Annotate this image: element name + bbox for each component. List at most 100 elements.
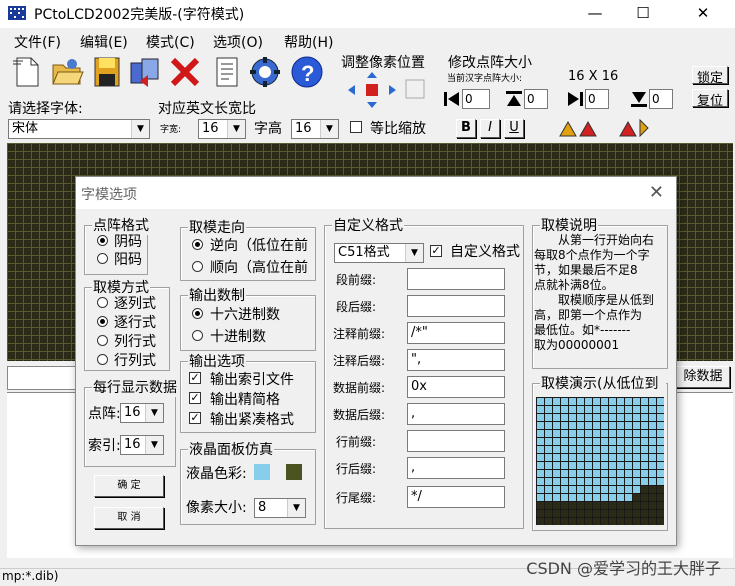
status-text: mp:*.dib)	[2, 569, 59, 583]
height-label: 字高	[254, 121, 282, 137]
open-folder-icon[interactable]	[50, 55, 84, 89]
menu-help[interactable]: 帮助(H)	[284, 32, 333, 52]
rotate-icon[interactable]	[556, 116, 602, 140]
pixel-size-label: 像素大小:	[186, 500, 247, 516]
chevron-down-icon: ▼	[145, 436, 163, 454]
dialog-close-icon[interactable]: ✕	[649, 182, 664, 203]
field-input-5[interactable]: ,	[407, 403, 505, 425]
direction-radio-0[interactable]	[192, 239, 203, 250]
output-base-radio-1[interactable]	[192, 330, 203, 341]
field-input-6[interactable]	[407, 430, 505, 452]
chevron-down-icon: ▼	[131, 120, 149, 138]
explain-line: 高，即第一个点作为	[534, 308, 643, 322]
lock-button[interactable]: 锁定	[692, 66, 728, 86]
delete-icon[interactable]	[168, 55, 202, 89]
maximize-button[interactable]: ☐	[620, 0, 666, 28]
right-spin[interactable]: 0	[585, 89, 609, 109]
field-input-2[interactable]: /*"	[407, 322, 505, 344]
index-count-value: 16	[124, 437, 141, 452]
dot-count-select[interactable]: 16 ▼	[120, 403, 164, 423]
menu-file[interactable]: 文件(F)	[14, 32, 61, 52]
field-input-0[interactable]	[407, 268, 505, 290]
down-spin[interactable]: 0	[649, 89, 673, 109]
help-icon[interactable]: ?	[290, 55, 324, 89]
arrow-up-icon[interactable]	[505, 90, 523, 108]
output-tight-checkbox[interactable]: ✓	[189, 412, 201, 424]
arrow-left-icon[interactable]	[443, 90, 461, 108]
notes-icon[interactable]	[210, 55, 244, 89]
lcd-color-label: 液晶色彩:	[186, 466, 247, 482]
field-input-4[interactable]: 0x	[407, 376, 505, 398]
output-compact-label: 输出精简格	[210, 392, 280, 408]
dot-format-radio-0[interactable]	[97, 235, 108, 246]
output-compact-checkbox[interactable]: ✓	[189, 392, 201, 404]
app-icon	[8, 6, 26, 20]
english-ratio-label: 对应英文长宽比	[158, 101, 256, 117]
explain-line: 从第一行开始向右	[558, 233, 655, 247]
format-select[interactable]: C51格式 ▼	[334, 243, 424, 263]
ok-button[interactable]: 确 定	[94, 475, 164, 497]
output-base-option-0: 十六进制数	[210, 307, 280, 323]
menu-options[interactable]: 选项(O)	[213, 32, 263, 52]
output-header	[7, 366, 77, 390]
explain-line: 节，如果最后不足8	[534, 263, 638, 277]
cancel-button[interactable]: 取 消	[94, 507, 164, 529]
dot-format-radio-1[interactable]	[97, 253, 108, 264]
output-base-radio-0[interactable]	[192, 308, 203, 319]
new-file-icon[interactable]	[10, 55, 44, 89]
direction-radio-1[interactable]	[192, 261, 203, 272]
lcd-off-color-swatch[interactable]	[286, 464, 302, 480]
chevron-down-icon: ▼	[287, 499, 305, 517]
arrow-down-icon[interactable]	[630, 90, 648, 108]
direction-title: 取模走向	[188, 217, 246, 237]
clear-data-button[interactable]: 除数据	[676, 366, 730, 388]
width-select[interactable]: 16 ▼	[198, 119, 246, 139]
underline-button[interactable]: U	[504, 119, 524, 138]
up-spin[interactable]: 0	[524, 89, 548, 109]
field-input-3[interactable]: ",	[407, 349, 505, 371]
take-mode-radio-0[interactable]	[97, 297, 108, 308]
save-icon[interactable]	[90, 55, 124, 89]
lcd-on-color-swatch[interactable]	[254, 464, 270, 480]
menu-edit[interactable]: 编辑(E)	[80, 32, 128, 52]
export-icon[interactable]	[128, 55, 162, 89]
close-button[interactable]: ✕	[680, 0, 726, 28]
left-spin[interactable]: 0	[462, 89, 490, 109]
pixel-move-arrows-icon[interactable]	[344, 70, 434, 110]
take-mode-radio-1[interactable]	[97, 316, 108, 327]
field-label-4: 数据前缀:	[333, 381, 386, 395]
field-label-0: 段前缀:	[336, 273, 377, 287]
field-input-8[interactable]: */	[407, 486, 505, 508]
pixel-size-select[interactable]: 8 ▼	[254, 498, 306, 518]
explain-line: 点就补满8位。	[534, 278, 614, 292]
per-line-title: 每行显示数据	[92, 377, 178, 397]
field-label-8: 行尾缀:	[336, 491, 377, 505]
custom-format-checkbox[interactable]: ✓	[430, 245, 442, 257]
bold-button[interactable]: B	[456, 119, 476, 138]
output-options-title: 输出选项	[188, 351, 246, 371]
index-count-label: 索引:	[88, 438, 121, 454]
width-label: 字宽:	[160, 125, 182, 135]
take-mode-radio-2[interactable]	[97, 335, 108, 346]
field-input-1[interactable]	[407, 295, 505, 317]
field-label-7: 行后缀:	[336, 462, 377, 476]
output-index-checkbox[interactable]: ✓	[189, 372, 201, 384]
take-mode-radio-3[interactable]	[97, 354, 108, 365]
font-select[interactable]: 宋体 ▼	[8, 119, 150, 139]
reset-button[interactable]: 复位	[692, 89, 728, 109]
menu-mode[interactable]: 模式(C)	[146, 32, 195, 52]
minimize-button[interactable]: —	[572, 0, 618, 28]
matrix-size-title: 修改点阵大小	[448, 55, 532, 71]
flip-icon[interactable]	[616, 116, 662, 140]
dot-count-label: 点阵:	[88, 406, 121, 422]
custom-format-title: 自定义格式	[332, 215, 404, 235]
italic-button[interactable]: I	[480, 119, 500, 138]
index-count-select[interactable]: 16 ▼	[120, 435, 164, 455]
dialog-title: 字模选项	[81, 187, 137, 203]
settings-gear-icon[interactable]	[248, 55, 282, 89]
arrow-right-icon[interactable]	[566, 90, 584, 108]
ratio-checkbox[interactable]	[350, 121, 362, 133]
height-select[interactable]: 16 ▼	[291, 119, 339, 139]
explain-line: 每取8个点作为一个字	[534, 248, 650, 262]
field-input-7[interactable]: ,	[407, 457, 505, 479]
